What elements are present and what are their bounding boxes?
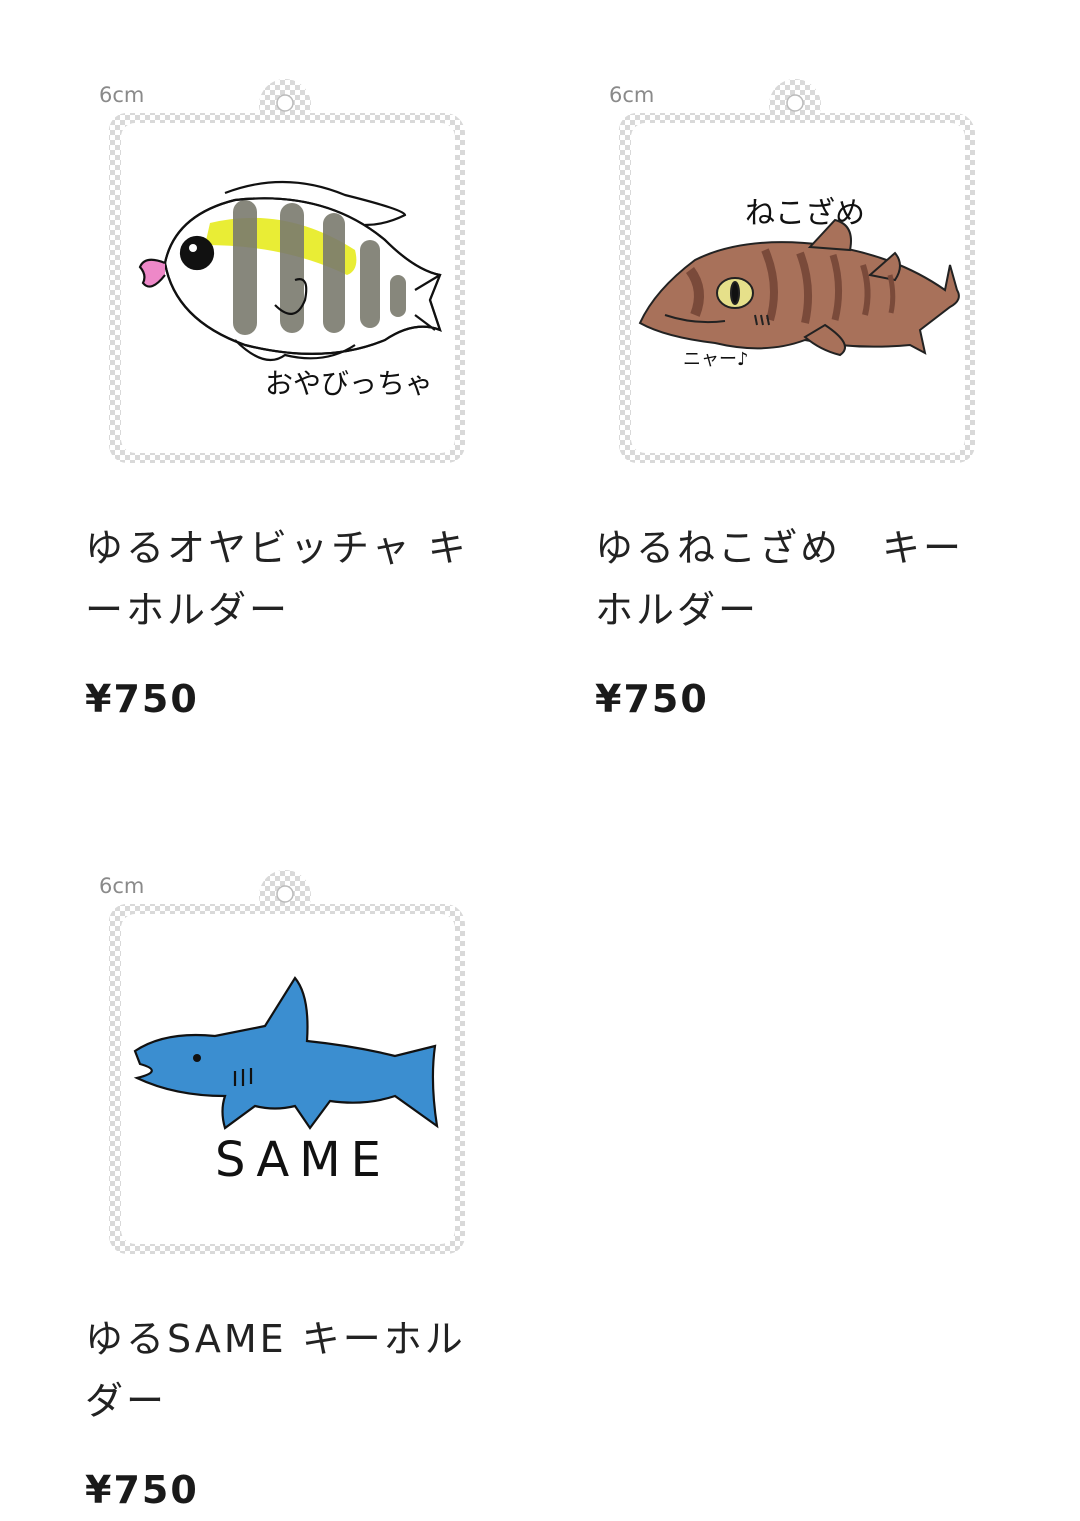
- product-price: ¥750: [85, 677, 199, 721]
- product-link[interactable]: おやびっちゃ 6cm ゆるオヤビッチャ キーホルダー ¥750: [85, 75, 505, 721]
- product-card[interactable]: ねこざめ ニャー♪ 6cm ゆるねこざめ キーホルダー ¥750: [595, 75, 1015, 721]
- product-card[interactable]: おやびっちゃ 6cm ゆるオヤビッチャ キーホルダー ¥750: [85, 75, 505, 721]
- keychain-illustration: SAME: [108, 870, 466, 1254]
- product-title[interactable]: ゆるSAME キーホルダー: [85, 1308, 485, 1432]
- size-label: 6cm: [99, 874, 145, 898]
- product-title[interactable]: ゆるねこざめ キーホルダー: [595, 517, 995, 641]
- drawing-caption: おやびっちゃ: [265, 367, 433, 400]
- keychain-illustration: おやびっちゃ: [108, 79, 466, 463]
- product-link[interactable]: SAME 6cm ゆるSAME キーホルダー ¥750: [85, 866, 505, 1512]
- product-link[interactable]: ねこざめ ニャー♪ 6cm ゆるねこざめ キーホルダー ¥750: [595, 75, 1015, 721]
- drawing-sound: ニャー♪: [683, 349, 749, 370]
- drawing-caption: SAME: [215, 1132, 391, 1188]
- size-label: 6cm: [99, 83, 145, 107]
- product-image[interactable]: おやびっちゃ 6cm: [85, 75, 485, 475]
- product-image[interactable]: SAME 6cm: [85, 866, 485, 1266]
- product-price: ¥750: [85, 1468, 199, 1512]
- product-image[interactable]: ねこざめ ニャー♪ 6cm: [595, 75, 995, 475]
- keychain-illustration: ねこざめ ニャー♪: [618, 79, 975, 463]
- size-label: 6cm: [609, 83, 655, 107]
- product-card[interactable]: SAME 6cm ゆるSAME キーホルダー ¥750: [85, 866, 505, 1512]
- product-price: ¥750: [595, 677, 709, 721]
- product-title[interactable]: ゆるオヤビッチャ キーホルダー: [85, 517, 485, 641]
